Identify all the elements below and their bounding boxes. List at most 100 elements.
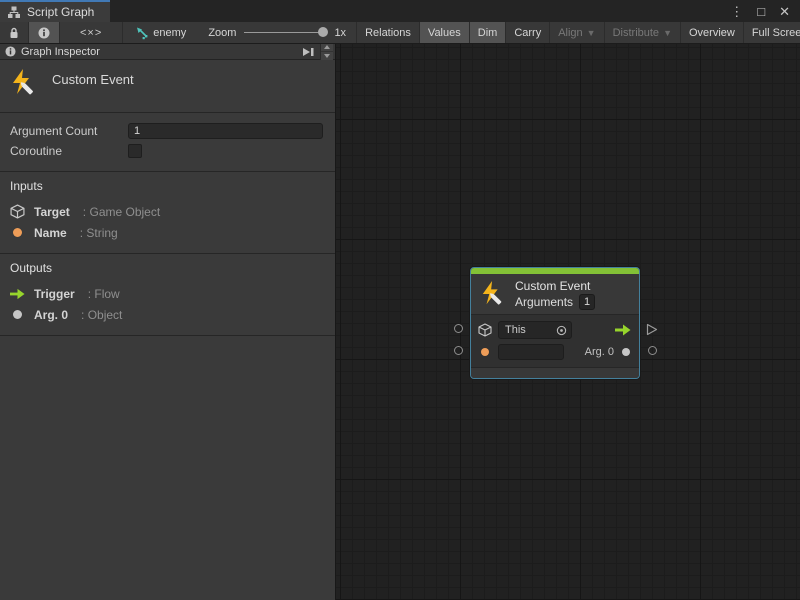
arg0-label: Arg. 0	[585, 346, 614, 358]
button-label: Relations	[365, 27, 411, 39]
object-port-icon[interactable]	[622, 348, 630, 356]
button-label: Full Screen	[752, 27, 800, 39]
zoom-slider[interactable]	[244, 32, 326, 33]
node-header[interactable]: Custom Event Arguments 1	[471, 274, 639, 314]
node-body: This	[471, 314, 639, 367]
zoom-label: Zoom	[208, 27, 236, 39]
output-port-trigger[interactable]	[646, 323, 658, 336]
panel-scrubber	[320, 44, 333, 60]
graph-canvas[interactable]: Custom Event Arguments 1 This	[336, 44, 800, 600]
window-controls: ⋮ □ ✕	[730, 0, 800, 22]
node-arguments-value[interactable]: 1	[579, 294, 595, 310]
port-name: Trigger	[34, 287, 75, 301]
node-row-arg0: Arg. 0	[478, 341, 632, 363]
button-label: Distribute	[613, 27, 659, 39]
title-bar: Script Graph ⋮ □ ✕	[0, 0, 800, 22]
menu-kebab-icon[interactable]: ⋮	[730, 5, 743, 18]
custom-event-icon	[10, 68, 38, 98]
toolbar-button-relations[interactable]: Relations	[357, 22, 420, 43]
port-row-name: Name : String	[10, 222, 325, 243]
coroutine-row: Coroutine	[10, 141, 323, 161]
code-icon: <×>	[80, 27, 102, 39]
zoom-value: 1x	[334, 27, 346, 39]
cube-icon	[10, 204, 25, 219]
csharp-preview-button[interactable]: <×>	[60, 22, 123, 43]
tab-title: Script Graph	[27, 5, 94, 19]
toolbar: <×> enemy Zoom 1x Relations Values D	[0, 22, 800, 44]
script-graph-window: Script Graph ⋮ □ ✕ <×>	[0, 0, 800, 600]
cube-icon	[478, 323, 492, 337]
graph-breadcrumb[interactable]: enemy	[123, 22, 198, 43]
inspector-empty-area	[0, 336, 335, 600]
button-label: Dim	[478, 27, 498, 39]
chevron-down-icon: ▼	[663, 28, 672, 38]
graph-ref-label: enemy	[153, 27, 186, 39]
close-icon[interactable]: ✕	[779, 5, 790, 18]
name-input[interactable]	[498, 344, 564, 360]
target-dropdown[interactable]: This	[498, 321, 572, 339]
port-name: Target	[34, 205, 70, 219]
output-port-arg0[interactable]	[648, 346, 657, 355]
port-type: : Game Object	[83, 205, 160, 219]
toolbar-button-align[interactable]: Align ▼	[550, 22, 604, 43]
port-type: : String	[80, 226, 118, 240]
port-type: : Object	[81, 308, 122, 322]
toolbar-button-distribute[interactable]: Distribute ▼	[605, 22, 681, 43]
port-row-target: Target : Game Object	[10, 201, 325, 222]
custom-event-icon	[480, 280, 506, 308]
unit-header: Custom Event	[0, 60, 335, 112]
inspector-toggle-button[interactable]	[29, 22, 60, 43]
button-label: Carry	[514, 27, 541, 39]
dock-panel-icon[interactable]	[302, 46, 315, 58]
scrub-down-button[interactable]	[321, 51, 333, 60]
toolbar-button-values[interactable]: Values	[420, 22, 470, 43]
graph-icon	[7, 5, 21, 19]
scrub-up-button[interactable]	[321, 44, 333, 52]
target-value: This	[505, 324, 526, 336]
node-arguments-label: Arguments	[515, 295, 573, 309]
input-port-name[interactable]	[454, 346, 463, 355]
toolbar-button-overview[interactable]: Overview	[681, 22, 744, 43]
inspector-header: Graph Inspector	[0, 44, 335, 60]
port-name: Arg. 0	[34, 308, 68, 322]
argument-count-label: Argument Count	[10, 124, 128, 138]
unit-title: Custom Event	[52, 68, 134, 87]
toolbar-button-dim[interactable]: Dim	[470, 22, 507, 43]
flow-arrow-icon	[10, 288, 25, 300]
object-port-icon	[13, 310, 22, 319]
info-icon	[5, 46, 16, 57]
inputs-section: Inputs Target : Game Object Name : Strin…	[0, 172, 335, 253]
chevron-down-icon: ▼	[587, 28, 596, 38]
port-row-arg0: Arg. 0 : Object	[10, 304, 325, 325]
node-row-target: This	[478, 319, 632, 341]
toolbar-button-carry[interactable]: Carry	[506, 22, 550, 43]
info-icon	[38, 27, 50, 39]
toolbar-button-fullscreen[interactable]: Full Screen	[744, 22, 800, 43]
string-port-icon[interactable]	[481, 348, 489, 356]
graph-inspector-panel: Graph Inspector	[0, 44, 336, 600]
custom-event-node[interactable]: Custom Event Arguments 1 This	[470, 267, 640, 379]
inspector-title: Graph Inspector	[21, 46, 100, 58]
string-port-icon	[13, 228, 22, 237]
button-label: Overview	[689, 27, 735, 39]
port-name: Name	[34, 226, 67, 240]
object-picker-icon[interactable]	[556, 325, 567, 336]
flow-arrow-icon	[614, 324, 632, 336]
inputs-title: Inputs	[10, 179, 325, 193]
button-label: Values	[428, 27, 461, 39]
zoom-control: Zoom 1x	[198, 22, 357, 43]
node-footer	[471, 367, 639, 378]
argument-count-row: Argument Count	[10, 121, 323, 141]
unit-fields: Argument Count Coroutine	[0, 113, 335, 171]
coroutine-label: Coroutine	[10, 144, 128, 158]
lock-button[interactable]	[0, 22, 29, 43]
triangle-up-icon	[324, 45, 330, 49]
tab-script-graph[interactable]: Script Graph	[0, 0, 110, 22]
coroutine-checkbox[interactable]	[128, 144, 142, 158]
node-title: Custom Event	[515, 279, 595, 293]
input-port-target[interactable]	[454, 324, 463, 333]
port-row-trigger: Trigger : Flow	[10, 283, 325, 304]
argument-count-input[interactable]	[128, 123, 323, 139]
maximize-icon[interactable]: □	[757, 5, 765, 18]
zoom-slider-handle[interactable]	[318, 27, 328, 37]
